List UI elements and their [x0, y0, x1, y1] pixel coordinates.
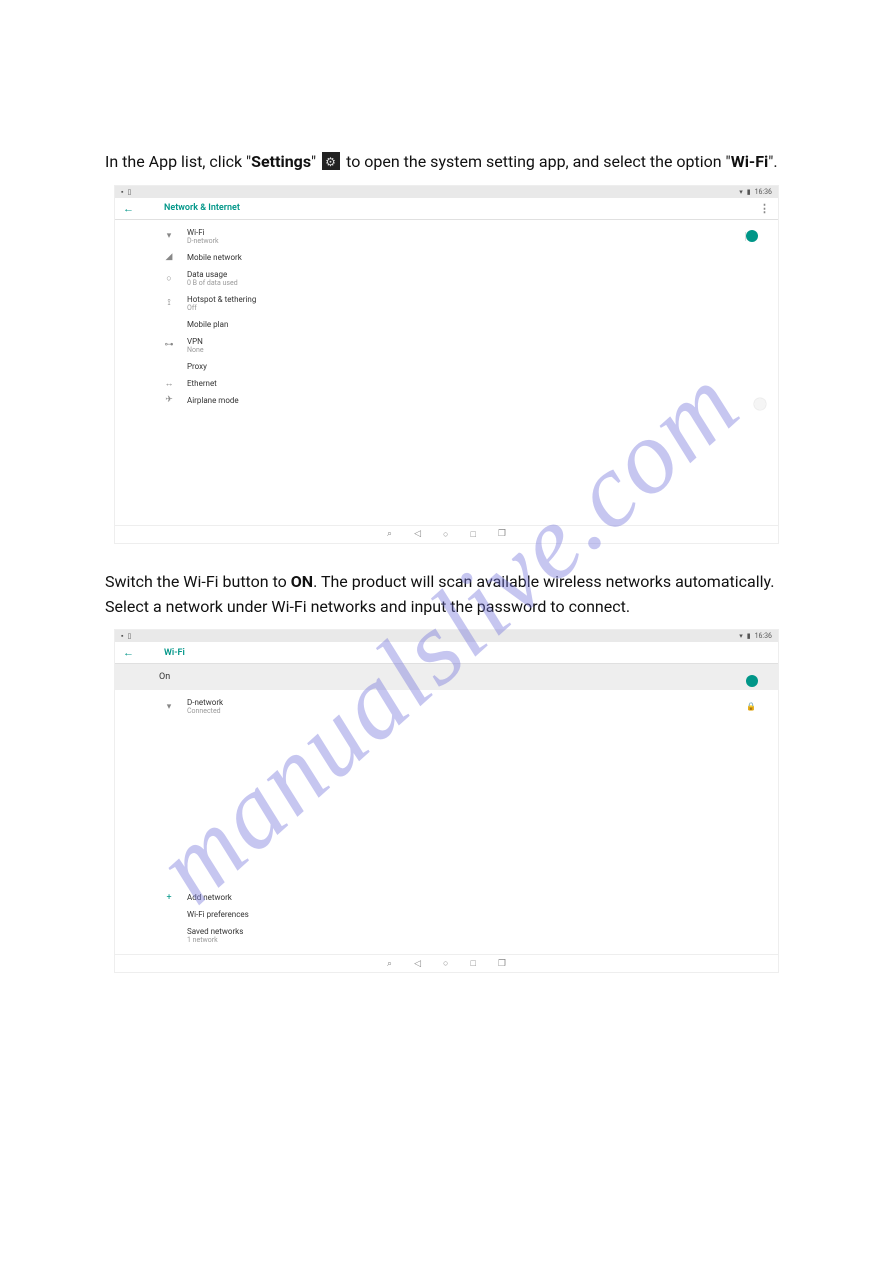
data-icon: ○	[163, 273, 175, 284]
row-mobile-network[interactable]: ◢ Mobile network	[115, 249, 778, 266]
wifi-icon: ▾	[163, 231, 175, 241]
row-ethernet[interactable]: ↔ Ethernet	[115, 375, 778, 392]
status-icon: ▯	[127, 188, 131, 196]
lock-icon: 🔒	[746, 702, 756, 711]
page-title: Wi-Fi	[164, 648, 185, 658]
row-proxy[interactable]: Proxy	[115, 358, 778, 375]
status-bar: ▪ ▯ ▾ ▮ 16:36	[115, 630, 778, 642]
vpn-icon: ⊶	[163, 340, 175, 350]
row-saved-networks[interactable]: Saved networks 1 network	[115, 923, 778, 948]
row-wifi[interactable]: ▾ Wi-Fi D-network	[115, 224, 778, 249]
wifi-icon: ▾	[163, 702, 175, 712]
clock: 16:36	[755, 188, 772, 196]
title-bar: ← Wi-Fi	[115, 642, 778, 664]
nav-home-icon[interactable]: ○	[443, 958, 448, 969]
wifi-status-icon: ▾	[739, 188, 743, 196]
battery-icon: ▮	[747, 632, 751, 640]
nav-volume-icon[interactable]: ⌕	[387, 529, 392, 539]
nav-volume-icon[interactable]: ⌕	[387, 959, 392, 969]
settings-icon	[322, 152, 340, 170]
row-data-usage[interactable]: ○ Data usage 0 B of data used	[115, 266, 778, 291]
nav-back-icon[interactable]: ◁	[414, 959, 421, 969]
back-arrow-icon[interactable]: ←	[123, 202, 134, 215]
row-add-network[interactable]: + Add network	[115, 889, 778, 906]
clock: 16:36	[755, 632, 772, 640]
nav-screenshot-icon[interactable]: ❐	[498, 529, 506, 539]
wifi-on-row[interactable]: On	[115, 664, 778, 690]
row-network-dnetwork[interactable]: ▾ D-network Connected 🔒	[115, 694, 778, 719]
instruction-1: In the App list, click "Settings" to ope…	[105, 150, 788, 175]
status-bar: ▪ ▯ ▾ ▮ 16:36	[115, 186, 778, 198]
row-airplane-mode[interactable]: ✈ Airplane mode	[115, 392, 778, 409]
back-arrow-icon[interactable]: ←	[123, 646, 134, 659]
status-icon: ▪	[121, 188, 123, 196]
page-title: Network & Internet	[164, 203, 240, 213]
row-mobile-plan[interactable]: Mobile plan	[115, 316, 778, 333]
status-icon: ▯	[127, 632, 131, 640]
signal-icon: ◢	[163, 252, 175, 262]
nav-bar: ⌕ ◁ ○ □ ❐	[115, 525, 778, 543]
battery-icon: ▮	[747, 188, 751, 196]
screenshot-wifi-settings: ▪ ▯ ▾ ▮ 16:36 ← Wi-Fi On ▾ D-network Con…	[114, 629, 779, 973]
row-wifi-preferences[interactable]: Wi-Fi preferences	[115, 906, 778, 923]
overflow-menu-icon[interactable]: ⋮	[759, 202, 770, 215]
screenshot-network-settings: ▪ ▯ ▾ ▮ 16:36 ← Network & Internet ⋮ ▾ W…	[114, 185, 779, 544]
row-vpn[interactable]: ⊶ VPN None	[115, 333, 778, 358]
nav-home-icon[interactable]: ○	[443, 529, 448, 540]
nav-back-icon[interactable]: ◁	[414, 529, 421, 539]
ethernet-icon: ↔	[163, 378, 175, 389]
airplane-icon: ✈	[163, 395, 175, 405]
nav-recent-icon[interactable]: □	[470, 529, 475, 540]
nav-bar: ⌕ ◁ ○ □ ❐	[115, 954, 778, 972]
wifi-status-icon: ▾	[739, 632, 743, 640]
nav-screenshot-icon[interactable]: ❐	[498, 959, 506, 969]
instruction-2: Switch the Wi-Fi button to ON. The produ…	[105, 570, 788, 620]
title-bar: ← Network & Internet ⋮	[115, 198, 778, 220]
plus-icon: +	[163, 893, 175, 903]
hotspot-icon: ⟟	[163, 298, 175, 308]
nav-recent-icon[interactable]: □	[470, 958, 475, 969]
row-hotspot[interactable]: ⟟ Hotspot & tethering Off	[115, 291, 778, 316]
status-icon: ▪	[121, 632, 123, 640]
